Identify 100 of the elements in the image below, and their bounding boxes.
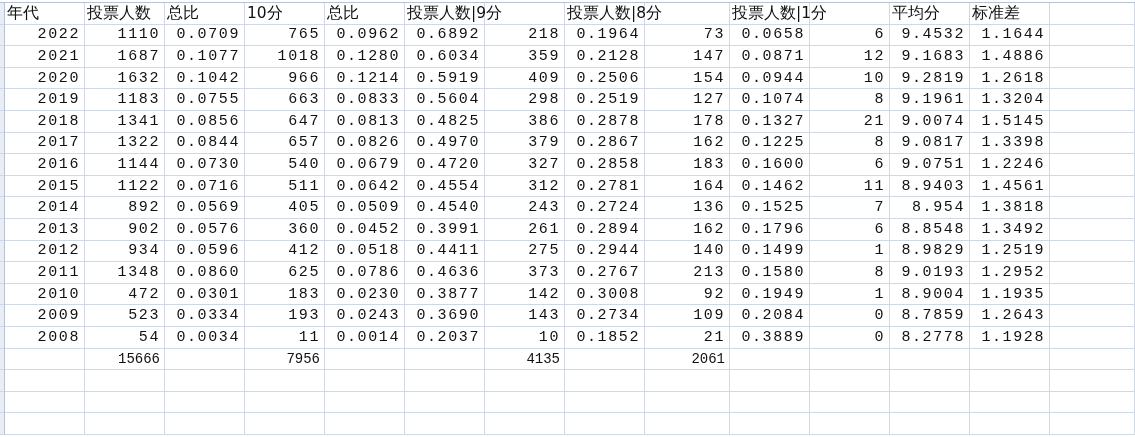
empty-cell[interactable] (730, 370, 810, 392)
empty-cell[interactable] (1050, 240, 1135, 263)
row-header[interactable] (0, 197, 5, 219)
empty-cell[interactable] (85, 413, 165, 435)
empty-cell[interactable] (970, 413, 1050, 435)
row-header[interactable] (0, 175, 5, 198)
empty-cell[interactable] (565, 413, 645, 435)
row-header[interactable] (0, 348, 5, 371)
empty-cell[interactable] (1050, 262, 1135, 284)
empty-cell[interactable] (645, 370, 730, 392)
empty-cell[interactable] (1050, 218, 1135, 241)
empty-cell[interactable] (405, 391, 485, 414)
row-header[interactable] (0, 67, 5, 90)
empty-cell[interactable] (730, 413, 810, 435)
empty-cell[interactable] (970, 391, 1050, 414)
empty-cell[interactable] (165, 348, 245, 371)
empty-cell[interactable] (405, 413, 485, 435)
empty-cell[interactable] (1050, 197, 1135, 219)
empty-cell[interactable] (85, 391, 165, 414)
row-header[interactable] (0, 110, 5, 133)
total-cell: 2061 (691, 350, 725, 367)
empty-cell[interactable] (730, 348, 810, 371)
empty-cell[interactable] (1050, 283, 1135, 306)
empty-cell[interactable] (890, 370, 970, 392)
empty-cell[interactable] (645, 391, 730, 414)
table-cell: 0.1042 (176, 69, 240, 87)
row-header[interactable] (0, 89, 5, 111)
empty-cell[interactable] (85, 370, 165, 392)
row-header[interactable] (0, 240, 5, 263)
empty-cell[interactable] (730, 391, 810, 414)
row-header[interactable] (0, 391, 5, 414)
empty-cell[interactable] (1050, 326, 1135, 349)
row-header[interactable] (0, 305, 5, 327)
empty-cell[interactable] (1050, 89, 1135, 111)
row-header[interactable] (0, 132, 5, 155)
row-header[interactable] (0, 24, 5, 47)
empty-cell[interactable] (1050, 391, 1135, 414)
empty-cell[interactable] (165, 413, 245, 435)
row-header[interactable] (0, 218, 5, 241)
row-header[interactable] (0, 262, 5, 284)
row-header[interactable] (0, 326, 5, 349)
empty-cell[interactable] (245, 370, 325, 392)
table-cell: 0.0813 (336, 112, 400, 130)
empty-cell[interactable] (485, 3, 565, 25)
empty-cell[interactable] (645, 413, 730, 435)
table-cell: 147 (693, 48, 725, 65)
table-cell: 0.1580 (741, 263, 805, 281)
empty-cell[interactable] (325, 413, 405, 435)
empty-cell[interactable] (325, 348, 405, 371)
empty-cell[interactable] (890, 348, 970, 371)
empty-cell[interactable] (1050, 370, 1135, 392)
empty-cell[interactable] (810, 391, 890, 414)
row-header[interactable] (0, 3, 5, 25)
empty-cell[interactable] (245, 391, 325, 414)
empty-cell[interactable] (325, 391, 405, 414)
empty-cell[interactable] (485, 370, 565, 392)
empty-cell[interactable] (565, 348, 645, 371)
empty-cell[interactable] (485, 413, 565, 435)
empty-cell[interactable] (1050, 46, 1135, 68)
empty-cell[interactable] (1050, 67, 1135, 90)
empty-cell[interactable] (890, 413, 970, 435)
empty-cell[interactable] (810, 3, 890, 25)
empty-cell[interactable] (810, 348, 890, 371)
empty-cell[interactable] (1050, 413, 1135, 435)
row-header[interactable] (0, 370, 5, 392)
table-cell: 1144 (117, 155, 160, 173)
empty-cell[interactable] (1050, 175, 1135, 198)
empty-cell[interactable] (165, 370, 245, 392)
table-cell: 412 (288, 242, 320, 260)
empty-cell[interactable] (485, 391, 565, 414)
empty-cell[interactable] (325, 370, 405, 392)
empty-cell[interactable] (1050, 305, 1135, 327)
row-header[interactable] (0, 283, 5, 306)
empty-cell[interactable] (1050, 348, 1135, 371)
empty-cell[interactable] (970, 348, 1050, 371)
row-header[interactable] (0, 154, 5, 176)
empty-cell[interactable] (165, 391, 245, 414)
empty-cell[interactable] (565, 391, 645, 414)
empty-cell[interactable] (405, 348, 485, 371)
empty-cell[interactable] (810, 370, 890, 392)
empty-cell[interactable] (970, 370, 1050, 392)
table-cell: 1.1935 (981, 285, 1045, 303)
table-cell: 1687 (117, 48, 160, 65)
empty-cell[interactable] (1050, 3, 1135, 25)
empty-cell[interactable] (645, 3, 730, 25)
table-cell: 0.1964 (576, 26, 640, 44)
empty-cell[interactable] (245, 413, 325, 435)
row-header[interactable] (0, 46, 5, 68)
empty-cell[interactable] (1050, 110, 1135, 133)
empty-cell[interactable] (1050, 154, 1135, 176)
empty-cell[interactable] (405, 370, 485, 392)
table-cell: 0.0014 (336, 328, 400, 346)
empty-cell[interactable] (565, 370, 645, 392)
empty-cell[interactable] (1050, 24, 1135, 47)
row-header[interactable] (0, 413, 5, 435)
empty-cell[interactable] (1050, 132, 1135, 155)
table-cell: 0.2037 (416, 328, 480, 346)
table-cell: 0.3690 (416, 307, 480, 325)
empty-cell[interactable] (810, 413, 890, 435)
empty-cell[interactable] (890, 391, 970, 414)
